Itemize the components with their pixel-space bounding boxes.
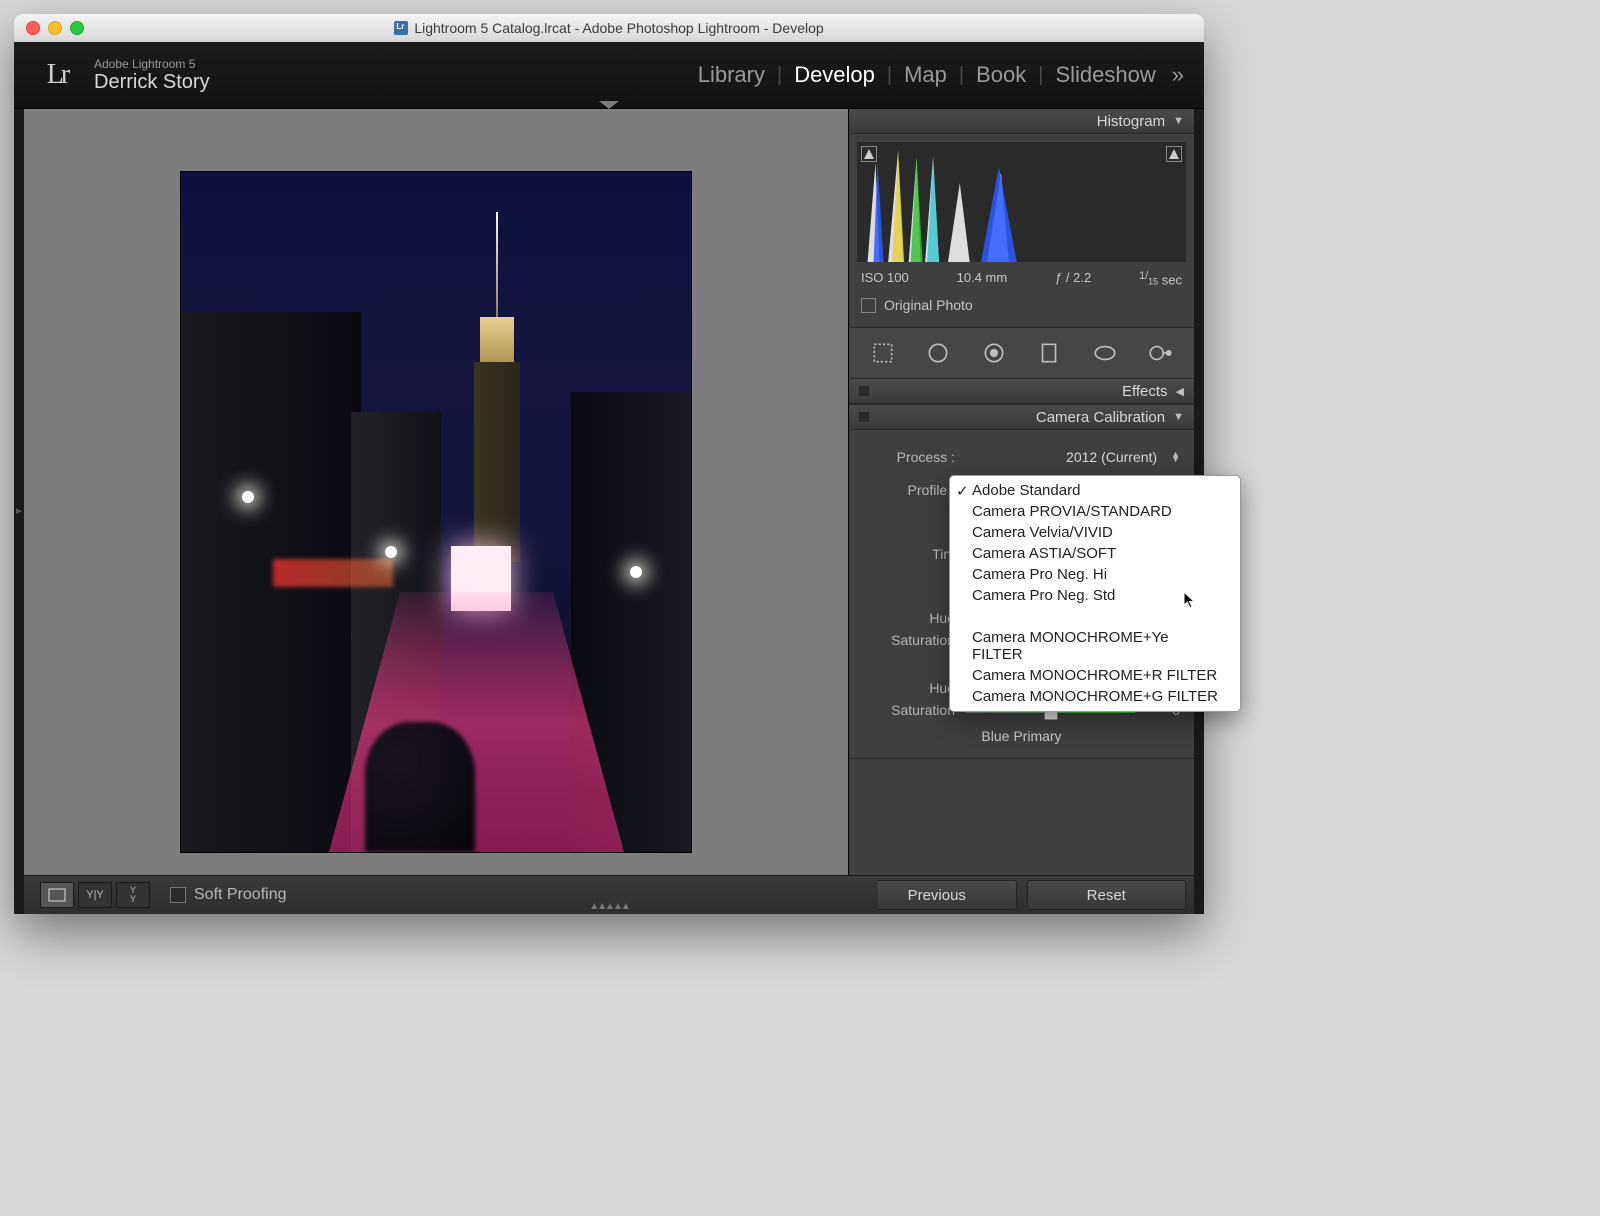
top-panel-disclosure-icon[interactable]: [599, 101, 619, 109]
shadow-hue-label: Hue: [863, 610, 955, 626]
up-down-icon: ▲▼: [1171, 452, 1180, 462]
disclosure-down-icon: ▼: [1173, 411, 1184, 423]
product-name: Adobe Lightroom 5: [94, 57, 210, 71]
soft-proofing-checkbox[interactable]: [170, 887, 186, 903]
histogram-panel-header[interactable]: Histogram▼: [849, 109, 1194, 134]
radial-filter-tool[interactable]: [1088, 338, 1122, 368]
profile-option[interactable]: Camera Velvia/VIVID: [950, 522, 1240, 543]
graduated-filter-tool[interactable]: [1032, 338, 1066, 368]
preview-image[interactable]: [181, 172, 691, 852]
soft-proofing-label: Soft Proofing: [194, 886, 287, 904]
profile-option[interactable]: Camera MONOCHROME: [950, 606, 1240, 627]
module-develop[interactable]: Develop: [794, 62, 875, 88]
profile-option[interactable]: Camera MONOCHROME+Ye FILTER: [950, 627, 1240, 665]
right-footer: Previous Reset: [849, 875, 1194, 914]
spot-removal-tool[interactable]: [921, 338, 955, 368]
effects-panel: Effects◀: [849, 379, 1194, 405]
previous-button[interactable]: Previous: [857, 880, 1017, 910]
histogram-aperture: ƒ / 2.2: [1055, 270, 1091, 287]
histogram-focal: 10.4 mm: [957, 270, 1008, 287]
module-library[interactable]: Library: [698, 62, 765, 88]
lightroom-logo-icon: Lr: [34, 52, 80, 98]
toolbar-bottom: Y|Y YY Soft Proofing: [24, 875, 878, 914]
tint-label: Tint: [863, 546, 955, 562]
histogram-panel: ISO 100 10.4 mm ƒ / 2.2 1/15 sec Origina…: [849, 134, 1194, 327]
lightroom-doc-icon: [394, 21, 408, 35]
redeye-tool[interactable]: [977, 338, 1011, 368]
profile-option[interactable]: Camera Pro Neg. Hi: [950, 564, 1240, 585]
blue-primary-heading: Blue Primary: [863, 728, 1180, 744]
profile-option[interactable]: Camera MONOCHROME+R FILTER: [950, 665, 1240, 686]
image-viewer[interactable]: [24, 109, 848, 914]
histogram-shutter: 1/15 sec: [1139, 270, 1182, 287]
calibration-panel-switch[interactable]: [859, 412, 869, 422]
process-label: Process :: [863, 449, 955, 465]
disclosure-down-icon: ▼: [1173, 115, 1184, 127]
histogram-iso: ISO 100: [861, 270, 909, 287]
module-picker: Library| Develop| Map| Book| Slideshow »: [698, 62, 1184, 88]
profile-option[interactable]: Camera ASTIA/SOFT: [950, 543, 1240, 564]
disclosure-left-icon: ◀: [1176, 385, 1184, 398]
before-after-tb-button[interactable]: YY: [116, 882, 150, 908]
camera-calibration-header[interactable]: Camera Calibration▼: [849, 405, 1194, 430]
profile-option[interactable]: Camera Pro Neg. Std: [950, 585, 1240, 606]
profile-option[interactable]: Camera MONOCHROME+G FILTER: [950, 686, 1240, 707]
profile-label: Profile :: [863, 482, 955, 498]
effects-panel-switch[interactable]: [859, 386, 869, 396]
left-panel-collapsed[interactable]: ►: [14, 109, 24, 914]
identity-plate-bar: Lr Adobe Lightroom 5 Derrick Story Libra…: [14, 42, 1204, 109]
profile-dropdown-menu[interactable]: ✓Adobe StandardCamera PROVIA/STANDARDCam…: [949, 475, 1241, 712]
tool-strip: [849, 327, 1194, 379]
app-window: Lightroom 5 Catalog.lrcat - Adobe Photos…: [14, 14, 1204, 914]
shadow-sat-label: Saturation: [863, 632, 955, 648]
loupe-view-button[interactable]: [40, 882, 74, 908]
module-book[interactable]: Book: [976, 62, 1026, 88]
window-title: Lightroom 5 Catalog.lrcat - Adobe Photos…: [14, 20, 1204, 36]
effects-panel-header[interactable]: Effects◀: [849, 379, 1194, 404]
adjustment-brush-tool[interactable]: [1143, 338, 1177, 368]
module-slideshow[interactable]: Slideshow: [1055, 62, 1155, 88]
more-modules-icon[interactable]: »: [1172, 62, 1184, 88]
titlebar: Lightroom 5 Catalog.lrcat - Adobe Photos…: [14, 14, 1204, 43]
camera-calibration-panel: Camera Calibration▼ Process : 2012 (Curr…: [849, 405, 1194, 759]
process-dropdown[interactable]: 2012 (Current) ▲▼: [965, 446, 1180, 468]
right-panel-group: Histogram▼: [848, 109, 1194, 914]
original-photo-label: Original Photo: [884, 297, 973, 313]
green-hue-label: Hue: [863, 680, 955, 696]
identity-user: Derrick Story: [94, 71, 210, 94]
original-photo-checkbox[interactable]: [861, 298, 876, 313]
profile-option[interactable]: Camera PROVIA/STANDARD: [950, 501, 1240, 522]
reset-button[interactable]: Reset: [1027, 880, 1187, 910]
crop-tool[interactable]: [866, 338, 900, 368]
histogram-display[interactable]: [857, 142, 1186, 262]
module-map[interactable]: Map: [904, 62, 947, 88]
before-after-lr-button[interactable]: Y|Y: [78, 882, 112, 908]
filmstrip-disclosure-icon[interactable]: ▲▲▲▲▲: [589, 901, 629, 912]
profile-option[interactable]: ✓Adobe Standard: [950, 480, 1240, 501]
green-sat-label: Saturation: [863, 702, 955, 718]
